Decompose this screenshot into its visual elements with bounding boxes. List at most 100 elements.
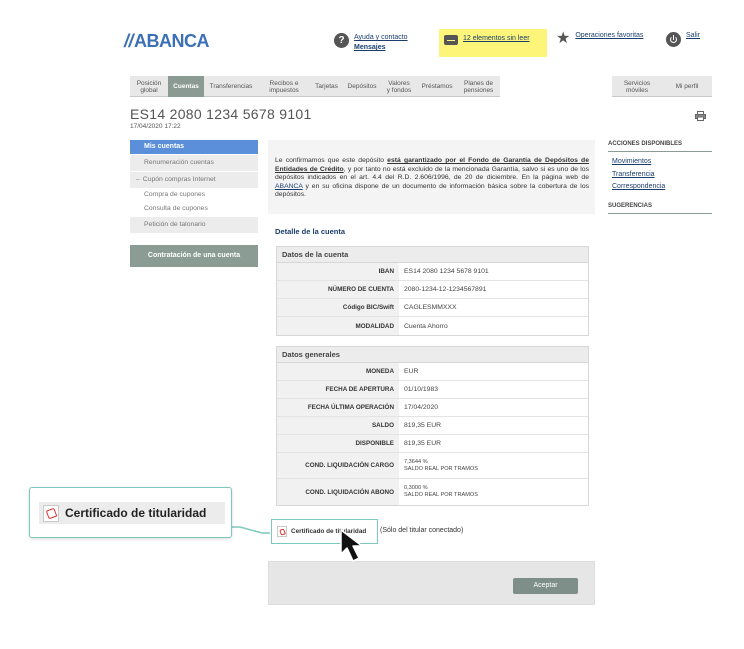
acciones-head: ACCIONES DISPONIBLES xyxy=(608,141,712,152)
row-value: 819,35 EUR xyxy=(404,440,442,447)
row-label: Código BIC/Swift xyxy=(277,299,399,316)
left-menu: Mis cuentas Renumeración cuentas – Cupón … xyxy=(130,140,258,233)
notice-text-3: y en su oficina dispone de un documento … xyxy=(275,182,589,199)
table-row: COND. LIQUIDACIÓN ABONO 0,3000 % SALDO R… xyxy=(277,479,588,505)
acciones-disponibles: ACCIONES DISPONIBLES Movimientos Transfe… xyxy=(608,141,712,194)
callout-certificado: Certificado de titularidad xyxy=(39,502,225,524)
table-row: FECHA ÚLTIMA OPERACIÓN 17/04/2020 xyxy=(277,399,588,417)
menu-consulta-cupones[interactable]: Consulta de cupones xyxy=(130,202,258,216)
nav-tarjetas[interactable]: Tarjetas xyxy=(310,76,343,97)
nav-prestamos[interactable]: Préstamos xyxy=(417,76,457,97)
row-value: CAGLESMMXXX xyxy=(404,304,457,311)
table-row: IBAN ES14 2080 1234 5678 9101 xyxy=(277,263,588,281)
nav-mi-perfil[interactable]: Mi perfil xyxy=(662,76,712,97)
menu-renumeracion[interactable]: Renumeración cuentas xyxy=(130,155,258,171)
table-row: NÚMERO DE CUENTA 2080-1234-12-1234567891 xyxy=(277,281,588,299)
sugerencias: SUGERENCIAS xyxy=(608,203,712,214)
nav-servicios-moviles[interactable]: Servicios móviles xyxy=(612,76,662,97)
row-value: EUR xyxy=(404,368,419,375)
question-icon: ? xyxy=(334,33,349,48)
menu-mis-cuentas[interactable]: Mis cuentas xyxy=(130,140,258,154)
nav-planes[interactable]: Planes de pensiones xyxy=(457,76,500,97)
deposit-guarantee-notice: Le confirmamos que este depósito está ga… xyxy=(275,157,589,200)
unread-messages[interactable]: 12 elementos sin leer xyxy=(439,29,547,57)
mouse-pointer-icon xyxy=(340,529,363,562)
sidebar-link-movimientos[interactable]: Movimientos xyxy=(608,156,712,169)
row-label: IBAN xyxy=(277,263,399,280)
accept-button[interactable]: Aceptar xyxy=(513,578,578,594)
favorite-operations[interactable]: ★ Operaciones favoritas xyxy=(556,30,643,47)
table-row: MODALIDAD Cuenta Ahorro xyxy=(277,317,588,335)
callout-zoom: Certificado de titularidad xyxy=(29,487,232,538)
inbox-icon xyxy=(444,35,458,45)
certificado-note: (Sólo del titular conectado) xyxy=(380,527,464,534)
sidebar-link-correspondencia[interactable]: Correspondencia xyxy=(608,181,712,194)
help-contact-link[interactable]: Ayuda y contacto xyxy=(354,34,408,41)
logo-text: ABANCA xyxy=(134,31,210,51)
callout-label: Certificado de titularidad xyxy=(65,506,207,520)
logout[interactable]: Salir xyxy=(666,32,700,47)
row-label: DISPONIBLE xyxy=(277,435,399,452)
row-label: FECHA DE APERTURA xyxy=(277,381,399,398)
logo-slashes: // xyxy=(124,31,134,51)
logout-link[interactable]: Salir xyxy=(686,32,700,39)
messages-link[interactable]: Mensajes xyxy=(354,43,408,53)
row-label: FECHA ÚLTIMA OPERACIÓN xyxy=(277,399,399,416)
table-row: FECHA DE APERTURA 01/10/1983 xyxy=(277,381,588,399)
secondary-nav: Servicios móviles Mi perfil xyxy=(612,76,712,97)
pdf-icon xyxy=(43,504,59,522)
nav-depositos[interactable]: Depósitos xyxy=(343,76,381,97)
main-nav: Posición global Cuentas Transferencias R… xyxy=(130,76,500,97)
row-label: MODALIDAD xyxy=(277,317,399,335)
menu-cupon-label: Cupón compras Internet xyxy=(142,176,216,183)
table-row: MONEDA EUR xyxy=(277,363,588,381)
row-label: COND. LIQUIDACIÓN ABONO xyxy=(277,479,399,505)
detail-title: Detalle de la cuenta xyxy=(275,227,346,236)
account-datetime: 17/04/2020 17:22 xyxy=(130,123,181,130)
callout-connector xyxy=(232,526,270,534)
datos-cuenta-section: Datos de la cuenta IBAN ES14 2080 1234 5… xyxy=(276,246,589,336)
row-value: Cuenta Ahorro xyxy=(404,322,448,330)
row-label: MONEDA xyxy=(277,363,399,380)
row-label: COND. LIQUIDACIÓN CARGO xyxy=(277,453,399,478)
sidebar-link-transferencia[interactable]: Transferencia xyxy=(608,169,712,182)
row-value: 819,35 EUR xyxy=(404,422,442,429)
account-title: ES14 2080 1234 5678 9101 xyxy=(130,106,312,122)
rate-value: 7,3644 % xyxy=(404,458,428,465)
power-icon xyxy=(666,32,681,47)
abanca-link[interactable]: ABANCA xyxy=(275,183,303,190)
nav-valores[interactable]: Valores y fondos xyxy=(381,76,417,97)
menu-cupon-section[interactable]: – Cupón compras Internet xyxy=(130,172,258,188)
datos-generales-head: Datos generales xyxy=(277,347,588,363)
notice-text-1: Le confirmamos que este depósito xyxy=(275,157,388,164)
datos-generales-section: Datos generales MONEDA EUR FECHA DE APER… xyxy=(276,346,589,506)
row-label: NÚMERO DE CUENTA xyxy=(277,281,399,298)
nav-transferencias[interactable]: Transferencias xyxy=(204,76,258,97)
nav-recibos[interactable]: Recibos e impuestos xyxy=(258,76,310,97)
row-value: ES14 2080 1234 5678 9101 xyxy=(404,268,489,275)
abanca-logo[interactable]: //ABANCA xyxy=(124,31,210,52)
collapse-icon: – xyxy=(136,176,140,183)
menu-talonario[interactable]: Petición de talonario xyxy=(130,217,258,233)
nav-posicion-global[interactable]: Posición global xyxy=(130,76,168,97)
pdf-icon xyxy=(277,526,287,537)
print-icon[interactable] xyxy=(695,111,706,121)
row-label: SALDO xyxy=(277,417,399,434)
help-contact[interactable]: ? Ayuda y contacto Mensajes xyxy=(334,33,408,53)
favorites-link[interactable]: Operaciones favoritas xyxy=(575,32,643,39)
row-value: 0,3000 % SALDO REAL POR TRAMOS xyxy=(399,479,588,505)
star-icon: ★ xyxy=(556,30,571,47)
table-row: COND. LIQUIDACIÓN CARGO 7,3644 % SALDO R… xyxy=(277,453,588,479)
sugerencias-head: SUGERENCIAS xyxy=(608,203,712,214)
rate-sub: SALDO REAL POR TRAMOS xyxy=(404,492,478,498)
row-value: 2080-1234-12-1234567891 xyxy=(404,286,487,293)
unread-link[interactable]: 12 elementos sin leer xyxy=(463,35,530,42)
row-value: 7,3644 % SALDO REAL POR TRAMOS xyxy=(399,453,588,478)
contratacion-button[interactable]: Contratación de una cuenta xyxy=(130,245,258,267)
row-value: 01/10/1983 xyxy=(404,386,439,393)
row-value: 17/04/2020 xyxy=(404,404,439,411)
table-row: DISPONIBLE 819,35 EUR xyxy=(277,435,588,453)
nav-cuentas[interactable]: Cuentas xyxy=(168,76,204,97)
menu-compra-cupones[interactable]: Compra de cupones xyxy=(130,188,258,202)
rate-value: 0,3000 % xyxy=(404,485,428,491)
